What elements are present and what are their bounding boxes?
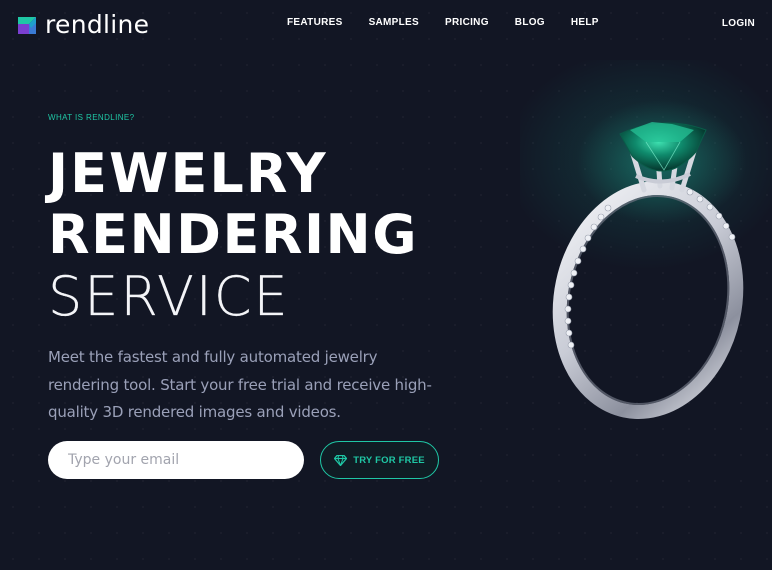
hero-title-line-2: RENDERING <box>48 203 419 266</box>
try-for-free-label: TRY FOR FREE <box>353 454 425 466</box>
hero-title-line-3: SERVICE <box>48 265 290 328</box>
rendline-logo-icon <box>18 17 36 34</box>
site-header: rendline FEATURES SAMPLES PRICING BLOG H… <box>0 0 772 48</box>
hero-title-line-1: JEWELRY <box>48 142 328 205</box>
emerald-ring-image <box>552 100 747 420</box>
hero-eyebrow: WHAT IS RENDLINE? <box>48 113 135 122</box>
login-link[interactable]: LOGIN <box>722 18 755 29</box>
try-for-free-button[interactable]: TRY FOR FREE <box>320 441 439 479</box>
nav-blog[interactable]: BLOG <box>515 17 545 29</box>
main-nav: FEATURES SAMPLES PRICING BLOG HELP <box>287 17 599 29</box>
brand-name: rendline <box>45 10 150 39</box>
brand-logo[interactable]: rendline <box>16 12 149 38</box>
diamond-icon <box>334 454 348 466</box>
nav-samples[interactable]: SAMPLES <box>369 17 419 29</box>
nav-features[interactable]: FEATURES <box>287 17 343 29</box>
hero-description: Meet the fastest and fully automated jew… <box>48 348 432 421</box>
email-input[interactable] <box>48 441 304 479</box>
nav-pricing[interactable]: PRICING <box>445 17 489 29</box>
nav-help[interactable]: HELP <box>571 17 599 29</box>
